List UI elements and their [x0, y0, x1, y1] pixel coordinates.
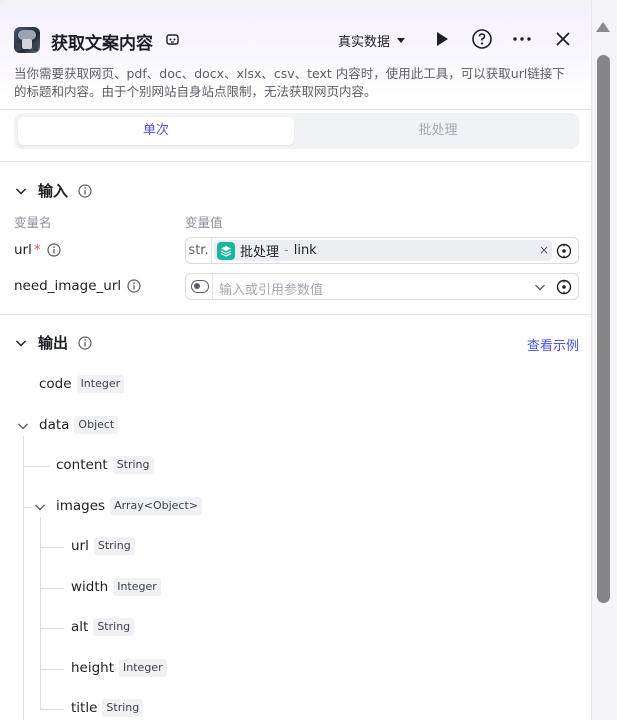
info-icon[interactable] — [78, 335, 92, 350]
chevron-down-icon[interactable] — [33, 500, 47, 514]
info-icon[interactable] — [78, 183, 92, 198]
chevron-down-icon[interactable] — [16, 419, 30, 433]
more-icon[interactable] — [511, 28, 533, 50]
tree-line — [23, 436, 24, 720]
caret-down-icon — [397, 37, 406, 43]
field-name: content — [56, 457, 108, 473]
copy-icon[interactable] — [166, 33, 179, 46]
tree-line — [40, 547, 64, 548]
chevron-down-icon[interactable] — [14, 336, 28, 350]
tree-line — [40, 628, 64, 629]
tree-line — [23, 466, 49, 467]
ref-field: link — [293, 243, 317, 258]
divider — [0, 161, 591, 162]
type-badge: String — [93, 537, 135, 555]
close-icon[interactable] — [552, 28, 574, 50]
url-value-input[interactable]: str. 批处理 - link × — [185, 237, 579, 264]
ref-source: 批处理 — [240, 245, 280, 260]
param-name: url — [14, 242, 32, 258]
output-field-content: content String — [56, 456, 154, 474]
param-name: need_image_url — [14, 278, 122, 294]
info-icon[interactable] — [127, 279, 141, 293]
clear-button[interactable]: × — [539, 243, 549, 257]
scroll-up-arrow-icon[interactable] — [596, 22, 610, 32]
output-field-images: images Array<Object> — [56, 497, 202, 515]
type-badge: String — [93, 618, 135, 636]
field-name: alt — [71, 619, 89, 635]
info-icon[interactable] — [47, 243, 61, 257]
node-config-panel: 获取文案内容 真实数据 当你需要获取网页、pdf、doc、docx、xlsx、c… — [0, 0, 592, 720]
type-badge: Integer — [113, 578, 161, 596]
play-icon[interactable] — [431, 28, 453, 50]
output-field-height: height Integer — [71, 659, 167, 677]
output-field-width: width Integer — [71, 578, 161, 596]
type-badge: String — [112, 456, 154, 474]
input-section-title: 输入 — [38, 182, 69, 200]
output-field-title: title String — [71, 699, 144, 717]
panel-top-bar — [0, 0, 591, 10]
node-description: 当你需要获取网页、pdf、doc、docx、xlsx、csv、text 内容时，… — [14, 66, 565, 99]
data-mode-select[interactable]: 真实数据 — [338, 31, 406, 50]
reference-chip[interactable]: 批处理 - link — [214, 240, 552, 261]
node-header: 获取文案内容 真实数据 当你需要获取网页、pdf、doc、docx、xlsx、c… — [0, 10, 591, 110]
type-badge: String — [102, 699, 144, 717]
column-label-name: 变量名 — [14, 215, 52, 230]
variable-icon[interactable] — [556, 279, 572, 295]
output-section-title: 输出 — [38, 334, 69, 352]
tree-line — [40, 669, 64, 670]
node-title: 获取文案内容 — [51, 34, 153, 54]
toggle-separator — [212, 274, 213, 299]
input-placeholder: 输入或引用参数值 — [219, 283, 324, 298]
input-section-header[interactable]: 输入 — [14, 180, 92, 201]
chevron-down-icon[interactable] — [533, 280, 547, 294]
ref-separator: - — [284, 243, 289, 258]
field-name: url — [71, 538, 89, 554]
divider — [0, 314, 591, 315]
param-url-label: url * — [14, 242, 61, 258]
tree-line — [40, 588, 64, 589]
column-label-value: 变量值 — [185, 215, 223, 230]
type-badge: Integer — [119, 659, 167, 677]
type-badge: Integer — [76, 375, 125, 393]
toggle-icon[interactable] — [191, 280, 209, 293]
tab-single[interactable]: 单次 — [18, 117, 294, 145]
field-name: code — [39, 376, 72, 392]
tab-batch[interactable]: 批处理 — [300, 117, 576, 145]
scrollbar-thumb[interactable] — [597, 55, 610, 603]
view-example-link[interactable]: 查看示例 — [527, 335, 579, 354]
layers-icon — [217, 241, 235, 260]
output-field-code: code Integer — [39, 375, 125, 393]
variable-icon[interactable] — [556, 243, 572, 259]
field-name: height — [71, 660, 115, 676]
type-tag[interactable]: str. — [186, 238, 212, 263]
field-name: title — [71, 700, 98, 716]
data-mode-label: 真实数据 — [338, 35, 391, 50]
output-field-data: data Object — [39, 416, 119, 434]
tree-line — [40, 517, 41, 709]
required-mark: * — [33, 242, 41, 258]
tree-line — [23, 507, 32, 508]
output-section-header[interactable]: 输出 — [14, 332, 92, 353]
field-name: width — [71, 579, 109, 595]
run-mode-tabs: 单次 批处理 — [14, 113, 579, 149]
help-icon[interactable] — [471, 28, 493, 50]
field-name: images — [56, 498, 106, 514]
type-badge: Object — [74, 416, 119, 434]
need-image-url-input[interactable]: 输入或引用参数值 — [185, 273, 579, 300]
output-field-url: url String — [71, 537, 135, 555]
node-avatar — [14, 27, 40, 53]
output-field-alt: alt String — [71, 618, 135, 636]
chevron-down-icon[interactable] — [14, 184, 28, 198]
param-need-image-url-label: need_image_url — [14, 278, 141, 294]
field-name: data — [39, 417, 70, 433]
type-badge: Array<Object> — [110, 497, 202, 515]
tree-line — [40, 709, 64, 710]
